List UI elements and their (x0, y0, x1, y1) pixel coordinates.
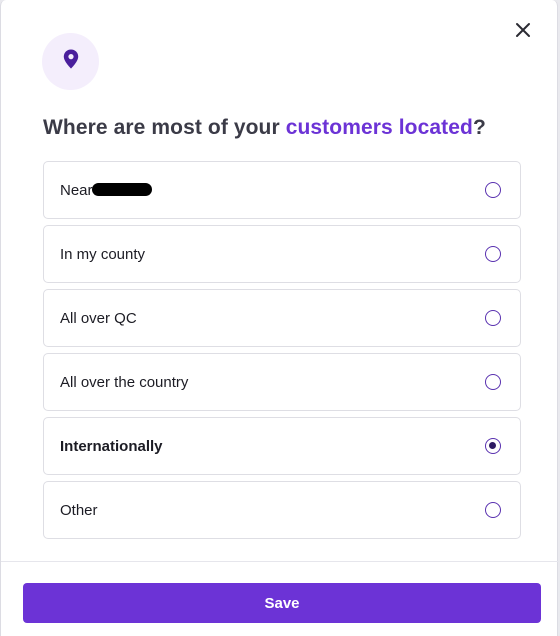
redaction-mark (91, 183, 152, 196)
dialog-title: Where are most of your customers located… (43, 116, 486, 140)
option-all-over-qc[interactable]: All over QC (43, 289, 521, 347)
radio-button[interactable] (485, 182, 501, 198)
option-label: In my county (60, 246, 146, 263)
save-button[interactable]: Save (23, 583, 541, 623)
title-suffix: ? (472, 116, 486, 139)
close-button[interactable] (509, 18, 537, 46)
option-other[interactable]: Other (43, 481, 521, 539)
dialog-footer: Save (1, 561, 559, 636)
location-dialog: Where are most of your customers located… (0, 0, 559, 636)
option-internationally[interactable]: Internationally (43, 417, 521, 475)
option-label: All over QC (60, 310, 137, 327)
radio-button-selected[interactable] (485, 438, 501, 454)
radio-dot (489, 442, 496, 449)
title-accent: customers located (285, 116, 473, 139)
title-prefix: Where are most of your (43, 116, 286, 139)
close-icon (515, 22, 531, 43)
option-label: Internationally (60, 438, 163, 455)
location-options: Near In my county All over QC All over t… (43, 161, 521, 545)
option-near[interactable]: Near (43, 161, 521, 219)
radio-button[interactable] (485, 502, 501, 518)
option-label: Near (60, 182, 152, 199)
option-in-my-county[interactable]: In my county (43, 225, 521, 283)
option-all-over-country[interactable]: All over the country (43, 353, 521, 411)
location-pin-icon (63, 49, 79, 74)
radio-button[interactable] (485, 310, 501, 326)
option-label-text: Near (60, 182, 93, 199)
radio-button[interactable] (485, 374, 501, 390)
header-icon-badge (42, 33, 99, 90)
option-label: All over the country (60, 374, 189, 391)
radio-button[interactable] (485, 246, 501, 262)
option-label: Other (60, 502, 98, 519)
